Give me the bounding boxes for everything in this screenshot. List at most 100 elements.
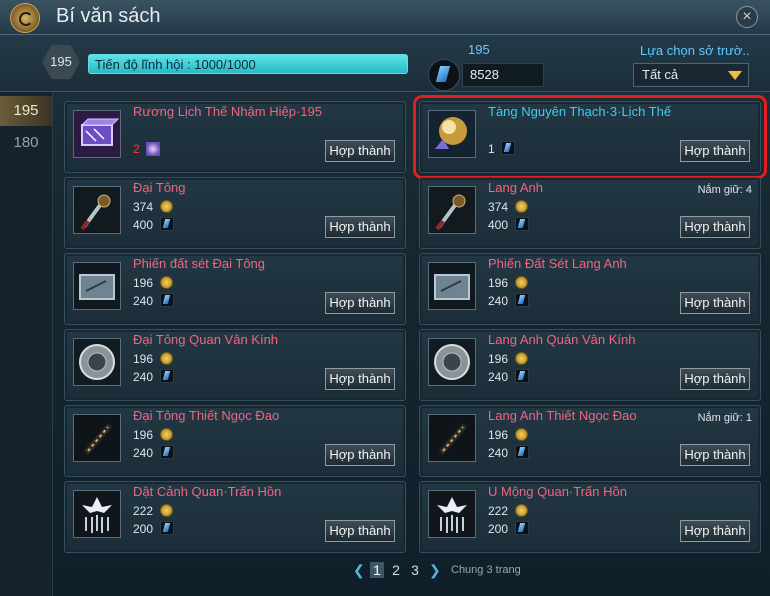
item-name: Đại Tông Quan Vân Kính	[133, 332, 279, 347]
recipe-card[interactable]: Lang Anh Quán Vân Kính 196 240 Hợp thành	[419, 329, 761, 401]
coin-cost: 196	[488, 351, 529, 367]
comprehension-progress-bar: Tiến độ lĩnh hội : 1000/1000	[88, 54, 408, 74]
recipe-card[interactable]: Rương Lịch Thế Nhậm Hiệp·195 2 Hợp thành	[64, 101, 406, 173]
material-cost: 2	[133, 141, 161, 157]
tab-level-195[interactable]: 195	[0, 96, 52, 126]
crystal-cost: 400	[488, 217, 530, 233]
held-count: Nắm giữ: 4	[697, 184, 752, 196]
crystal-icon	[515, 445, 530, 459]
item-name: Lang Anh Thiết Ngọc Đao	[488, 408, 637, 423]
craft-button[interactable]: Hợp thành	[680, 140, 750, 162]
coin-cost-value: 222	[133, 504, 154, 518]
craft-button[interactable]: Hợp thành	[325, 292, 395, 314]
mirror-icon[interactable]	[428, 338, 476, 386]
crystal-icon	[515, 521, 530, 535]
coin-cost: 222	[133, 503, 174, 519]
coin-cost: 196	[133, 427, 174, 443]
recipe-card[interactable]: Dật Cảnh Quan·Trấn Hồn 222 200 Hợp thành	[64, 481, 406, 553]
crystal-cost-value: 240	[133, 294, 154, 308]
filter-selected-value: Tất cả	[642, 67, 679, 82]
craft-button[interactable]: Hợp thành	[325, 444, 395, 466]
recipe-card[interactable]: Phiến đất sét Đại Tông 196 240 Hợp thành	[64, 253, 406, 325]
crystal-icon	[515, 217, 530, 231]
coin-cost: 196	[488, 275, 529, 291]
item-name: Rương Lịch Thế Nhậm Hiệp·195	[133, 104, 322, 119]
recipe-card[interactable]: Lang Anh Thiết Ngọc Đao Nắm giữ: 1 196 240…	[419, 405, 761, 477]
item-name: Lang Anh Quán Vân Kính	[488, 332, 636, 347]
crystal-cost: 240	[488, 369, 530, 385]
held-count: Nắm giữ: 1	[697, 412, 752, 424]
page-total-label: Chung 3 trang	[451, 564, 521, 576]
craft-button[interactable]: Hợp thành	[325, 216, 395, 238]
crystal-icon	[501, 141, 516, 155]
bi-van-sach-window: Bí văn sách × 195 Tiến độ lĩnh hội : 100…	[0, 0, 770, 596]
crystal-icon	[160, 217, 175, 231]
craft-button[interactable]: Hợp thành	[680, 520, 750, 542]
crystal-cost: 400	[133, 217, 175, 233]
crystal-cost: 240	[133, 445, 175, 461]
craft-button[interactable]: Hợp thành	[325, 368, 395, 390]
next-page-icon[interactable]: ❯	[429, 562, 441, 579]
craft-button[interactable]: Hợp thành	[680, 216, 750, 238]
coin-icon	[515, 504, 529, 517]
recipe-card[interactable]: Đại Tông Thiết Ngọc Đao 196 240 Hợp thành	[64, 405, 406, 477]
item-name: Tàng Nguyên Thạch·3·Lịch Thế	[488, 104, 672, 119]
tablet-icon[interactable]	[73, 262, 121, 310]
recipe-card[interactable]: Tàng Nguyên Thạch·3·Lịch Thế 1 Hợp thành	[413, 95, 767, 179]
recipe-card[interactable]: Đại Tông Quan Vân Kính 196 240 Hợp thành	[64, 329, 406, 401]
crystal-cost-value: 200	[133, 522, 154, 536]
item-name: Dật Cảnh Quan·Trấn Hồn	[133, 484, 282, 499]
coin-icon	[515, 200, 529, 213]
coin-icon	[160, 428, 174, 441]
craft-button[interactable]: Hợp thành	[680, 368, 750, 390]
chest-icon[interactable]	[73, 110, 121, 158]
tablet-icon[interactable]	[428, 262, 476, 310]
tab-level-180[interactable]: 180	[0, 128, 52, 158]
coin-cost-value: 196	[488, 352, 509, 366]
material-qty: 1	[488, 142, 495, 156]
crystal-icon	[160, 521, 175, 535]
coin-icon	[515, 276, 529, 289]
crystal-currency-icon	[428, 59, 460, 91]
craft-button[interactable]: Hợp thành	[680, 292, 750, 314]
sword-icon[interactable]	[73, 186, 121, 234]
page-2[interactable]: 2	[389, 562, 403, 578]
item-name: U Mộng Quan·Trấn Hồn	[488, 484, 627, 499]
crystal-cost-value: 400	[133, 218, 154, 232]
recipe-card[interactable]: U Mộng Quan·Trấn Hồn 222 200 Hợp thành	[419, 481, 761, 553]
blade-icon[interactable]	[428, 414, 476, 462]
mirror-icon[interactable]	[73, 338, 121, 386]
crystal-cost-value: 240	[488, 294, 509, 308]
level-tabs-sidebar: 195 180	[0, 92, 53, 596]
recipe-card[interactable]: Phiến Đất Sét Lang Anh 196 240 Hợp thành	[419, 253, 761, 325]
recipe-card[interactable]: Đại Tông 374 400 Hợp thành	[64, 177, 406, 249]
lotus-charm-icon[interactable]	[428, 490, 476, 538]
orb-icon[interactable]	[428, 110, 476, 158]
specialty-filter-dropdown[interactable]: Tất cả	[633, 63, 749, 87]
coin-cost: 374	[133, 199, 174, 215]
game-logo-icon	[10, 3, 40, 33]
prev-page-icon[interactable]: ❮	[353, 562, 365, 579]
page-3[interactable]: 3	[408, 562, 422, 578]
coin-cost: 196	[488, 427, 529, 443]
window-title: Bí văn sách	[56, 5, 161, 27]
coin-icon	[160, 200, 174, 213]
craft-button[interactable]: Hợp thành	[680, 444, 750, 466]
crystal-cost: 240	[488, 293, 530, 309]
dropdown-arrow-icon	[728, 71, 742, 80]
craft-button[interactable]: Hợp thành	[325, 140, 395, 162]
lotus-charm-icon[interactable]	[73, 490, 121, 538]
crystal-cost: 200	[488, 521, 530, 537]
blade-icon[interactable]	[73, 414, 121, 462]
coin-cost-value: 196	[133, 352, 154, 366]
sword-icon[interactable]	[428, 186, 476, 234]
crystal-cost: 200	[133, 521, 175, 537]
page-1[interactable]: 1	[370, 562, 384, 578]
coin-cost-value: 196	[488, 428, 509, 442]
close-icon[interactable]: ×	[736, 6, 758, 28]
crystal-icon	[160, 445, 175, 459]
recipe-card[interactable]: Lang Anh Nắm giữ: 4 374 400 Hợp thành	[419, 177, 761, 249]
coin-icon	[515, 428, 529, 441]
resource-level: 195	[468, 42, 490, 57]
craft-button[interactable]: Hợp thành	[325, 520, 395, 542]
